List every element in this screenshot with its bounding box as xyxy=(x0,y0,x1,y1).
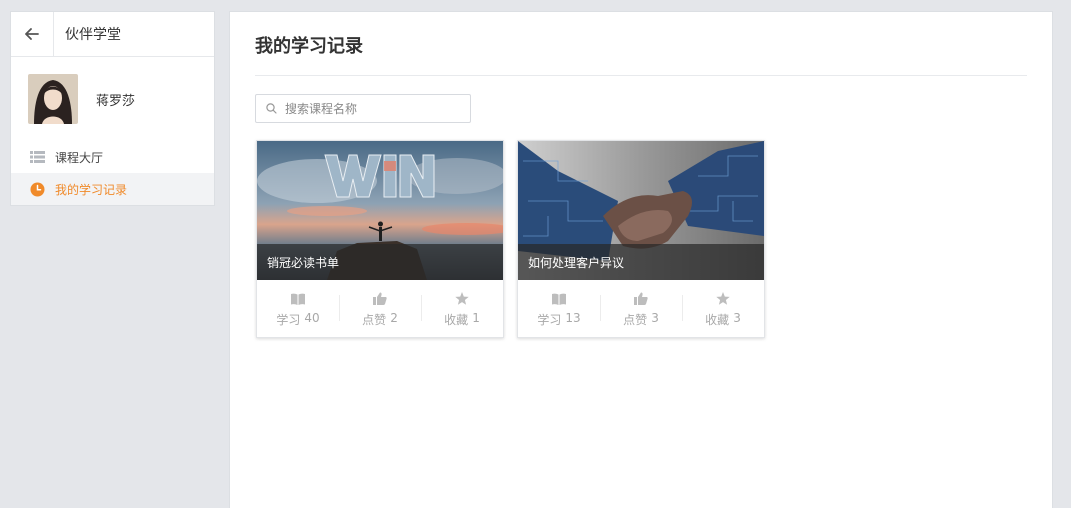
stat-count: 3 xyxy=(733,310,741,325)
star-icon xyxy=(455,291,469,307)
course-title: 如何处理客户异议 xyxy=(518,244,764,280)
back-button[interactable] xyxy=(11,11,54,57)
divider xyxy=(255,75,1027,76)
clock-icon xyxy=(30,182,45,197)
course-card[interactable]: 如何处理客户异议 学习 13 点赞 3 收藏 3 xyxy=(517,140,765,338)
stat-label: 点赞 xyxy=(362,312,387,327)
course-stats: 学习 13 点赞 3 收藏 3 xyxy=(518,280,764,338)
stat-count: 3 xyxy=(651,310,659,325)
course-title: 销冠必读书单 xyxy=(257,244,503,280)
stat-count: 1 xyxy=(472,310,480,325)
stat-label: 学习 xyxy=(537,312,562,327)
page-title: 我的学习记录 xyxy=(255,36,363,57)
list-icon xyxy=(30,150,45,165)
course-stats: 学习 40 点赞 2 收藏 1 xyxy=(257,280,503,338)
avatar xyxy=(28,74,78,124)
arrow-left-icon xyxy=(25,28,39,40)
search-box xyxy=(255,94,471,123)
course-thumbnail: 销冠必读书单 xyxy=(257,141,503,280)
main-panel: 我的学习记录 搜索课程名称 销冠必读书单 学习 40 点赞 2 收藏 1 如何处… xyxy=(229,11,1053,508)
sidebar: 伙伴学堂 蒋罗莎 课程大厅 我的学习记录 xyxy=(10,11,215,206)
stat-study: 学习 40 xyxy=(257,291,339,328)
sidebar-header: 伙伴学堂 xyxy=(11,11,214,57)
book-icon xyxy=(291,291,305,307)
nav-item-my-records[interactable]: 我的学习记录 xyxy=(11,173,214,205)
stat-count: 13 xyxy=(565,310,581,325)
stat-like[interactable]: 点赞 3 xyxy=(600,291,682,328)
username: 蒋罗莎 xyxy=(96,93,136,109)
user-profile: 蒋罗莎 xyxy=(11,57,214,141)
star-icon xyxy=(716,291,730,307)
stat-label: 点赞 xyxy=(623,312,648,327)
stat-count: 2 xyxy=(390,310,398,325)
course-thumbnail: 如何处理客户异议 xyxy=(518,141,764,280)
thumbs-up-icon xyxy=(373,291,387,307)
sidebar-title: 伙伴学堂 xyxy=(65,27,121,43)
stat-label: 学习 xyxy=(276,312,301,327)
search-icon xyxy=(266,103,277,114)
nav-item-label: 我的学习记录 xyxy=(55,182,128,197)
course-card[interactable]: 销冠必读书单 学习 40 点赞 2 收藏 1 xyxy=(256,140,504,338)
book-icon xyxy=(552,291,566,307)
stat-count: 40 xyxy=(304,310,320,325)
stat-study: 学习 13 xyxy=(518,291,600,328)
nav-item-label: 课程大厅 xyxy=(55,150,104,165)
thumbs-up-icon xyxy=(634,291,648,307)
stat-label: 收藏 xyxy=(444,312,469,327)
stat-like[interactable]: 点赞 2 xyxy=(339,291,421,328)
stat-label: 收藏 xyxy=(705,312,730,327)
stat-favorite[interactable]: 收藏 1 xyxy=(421,291,503,328)
nav-item-course-hall[interactable]: 课程大厅 xyxy=(11,141,214,173)
search-input[interactable] xyxy=(285,101,455,116)
stat-favorite[interactable]: 收藏 3 xyxy=(682,291,764,328)
